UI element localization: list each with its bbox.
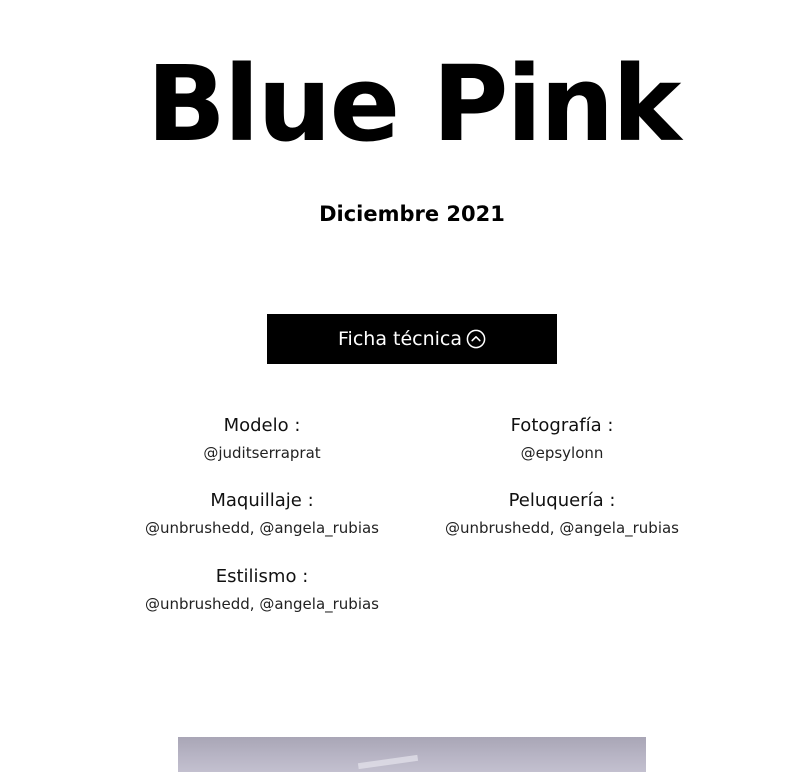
credit-role: Fotografía : — [510, 415, 614, 436]
date-subtitle: Diciembre 2021 — [319, 202, 505, 226]
credit-handle[interactable]: @unbrushedd, @angela_rubias — [112, 593, 412, 615]
page-title: Blue Pink — [146, 43, 682, 165]
chevron-up-circle-icon — [466, 329, 486, 349]
credit-fotografia: Fotografía : @epsylonn — [412, 414, 712, 464]
ficha-tecnica-button[interactable]: Ficha técnica — [267, 314, 557, 364]
credit-peluqueria: Peluquería : @unbrushedd, @angela_rubias — [412, 489, 712, 539]
editorial-photo — [178, 737, 646, 772]
credit-handle[interactable]: @unbrushedd, @angela_rubias — [412, 517, 712, 539]
credit-handle[interactable]: @unbrushedd, @angela_rubias — [112, 517, 412, 539]
page: Blue Pink Diciembre 2021 Ficha técnica M… — [0, 0, 809, 772]
credit-role: Estilismo : — [215, 566, 309, 587]
credit-modelo: Modelo : @juditserraprat — [112, 414, 412, 464]
credit-handle[interactable]: @juditserraprat — [112, 442, 412, 464]
photo-highlight — [357, 754, 419, 770]
credit-estilismo: Estilismo : @unbrushedd, @angela_rubias — [112, 565, 412, 615]
credit-role: Modelo : — [223, 415, 301, 436]
credit-role: Peluquería : — [508, 490, 616, 511]
credit-handle[interactable]: @epsylonn — [412, 442, 712, 464]
credit-role: Maquillaje : — [210, 490, 314, 511]
credit-maquillaje: Maquillaje : @unbrushedd, @angela_rubias — [112, 489, 412, 539]
ficha-tecnica-label: Ficha técnica — [338, 328, 462, 350]
